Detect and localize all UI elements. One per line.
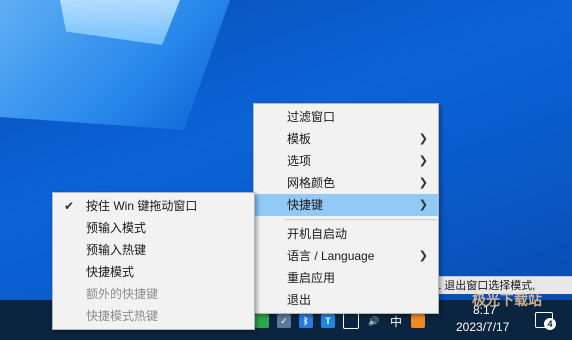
menu-item-label: 重启应用	[287, 271, 336, 285]
menu-item-filter-window[interactable]: 过滤窗口	[254, 106, 438, 128]
menu-item-exit[interactable]: 退出	[254, 289, 438, 311]
menu-item-label: 选项	[287, 154, 312, 168]
menu-item-label: 模板	[287, 132, 312, 146]
app-t-icon[interactable]: T	[321, 314, 335, 328]
hotkey-submenu: ✔ 按住 Win 键拖动窗口 预输入模式 预输入热键 快捷模式 额外的快捷键 快…	[52, 192, 255, 330]
submenu-item-extra-hotkeys: 额外的快捷键	[53, 283, 254, 305]
app-orange-icon[interactable]	[411, 314, 425, 328]
menu-item-language[interactable]: 语言 / Language ❯	[254, 245, 438, 267]
menu-item-label: 网格颜色	[287, 176, 336, 190]
volume-icon[interactable]: 🔊	[367, 314, 381, 328]
submenu-item-preinput-mode[interactable]: 预输入模式	[53, 217, 254, 239]
checkmark-icon: ✔	[64, 199, 75, 213]
menu-item-autostart[interactable]: 开机自启动	[254, 223, 438, 245]
submenu-item-label: 按住 Win 键拖动窗口	[86, 199, 198, 213]
menu-item-template[interactable]: 模板 ❯	[254, 128, 438, 150]
submenu-item-label: 额外的快捷键	[86, 287, 159, 301]
menu-item-grid-color[interactable]: 网格颜色 ❯	[254, 172, 438, 194]
chevron-right-icon: ❯	[418, 155, 428, 167]
menu-item-label: 过滤窗口	[287, 110, 336, 124]
menu-item-label: 快捷键	[287, 198, 324, 212]
submenu-item-label: 预输入热键	[86, 243, 147, 257]
submenu-item-win-drag[interactable]: ✔ 按住 Win 键拖动窗口	[53, 195, 254, 217]
notification-badge: 4	[544, 318, 556, 330]
network-icon[interactable]	[343, 313, 359, 329]
ime-indicator[interactable]: 中	[389, 314, 403, 329]
menu-item-label: 开机自启动	[287, 227, 348, 241]
menu-separator	[284, 219, 437, 220]
security-icon[interactable]: ✓	[277, 314, 291, 328]
submenu-item-quick-mode[interactable]: 快捷模式	[53, 261, 254, 283]
app-green-icon[interactable]	[255, 314, 269, 328]
chevron-right-icon: ❯	[418, 250, 428, 262]
tray-context-menu: 过滤窗口 模板 ❯ 选项 ❯ 网格颜色 ❯ 快捷键 ❯ 开机自启动 语言 / L…	[253, 103, 439, 314]
submenu-item-label: 快捷模式热键	[86, 309, 159, 323]
menu-item-restart[interactable]: 重启应用	[254, 267, 438, 289]
chevron-right-icon: ❯	[418, 133, 428, 145]
submenu-item-label: 预输入模式	[86, 221, 147, 235]
clock-date[interactable]: 2023/7/17	[456, 320, 509, 334]
chevron-right-icon: ❯	[418, 177, 428, 189]
menu-item-hotkeys[interactable]: 快捷键 ❯	[254, 194, 438, 216]
system-tray: ✓ ᛒ T 🔊 中	[255, 311, 425, 331]
chevron-right-icon: ❯	[418, 199, 428, 211]
submenu-item-label: 快捷模式	[86, 265, 135, 279]
submenu-item-quick-mode-hotkey: 快捷模式热键	[53, 305, 254, 327]
menu-item-label: 退出	[287, 293, 312, 307]
submenu-item-preinput-hotkey[interactable]: 预输入热键	[53, 239, 254, 261]
bluetooth-icon[interactable]: ᛒ	[299, 314, 313, 328]
watermark: 极光下载站	[472, 292, 542, 308]
menu-item-options[interactable]: 选项 ❯	[254, 150, 438, 172]
menu-item-label: 语言 / Language	[287, 249, 375, 263]
